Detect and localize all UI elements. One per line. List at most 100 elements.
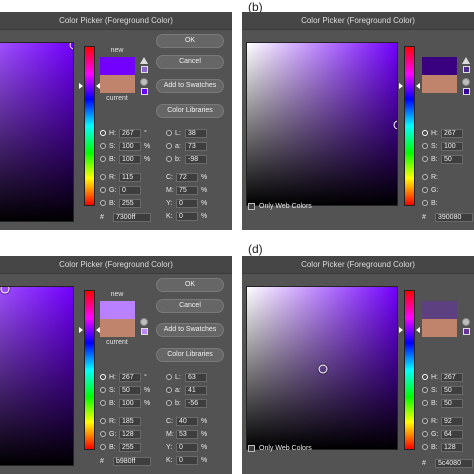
m-input[interactable]: 75 <box>176 185 198 195</box>
add-to-swatches-button[interactable]: Add to Swatches <box>156 79 224 93</box>
hue-slider[interactable] <box>404 46 415 206</box>
h-radio[interactable] <box>100 130 106 136</box>
g-radio[interactable] <box>100 187 106 193</box>
color-field[interactable] <box>0 42 74 222</box>
only-web-colors-checkbox[interactable]: Only Web Colors <box>248 445 312 452</box>
r-radio[interactable] <box>100 174 106 180</box>
cancel-button[interactable]: Cancel <box>156 55 224 69</box>
b-radio[interactable] <box>422 156 428 162</box>
current-color-swatch[interactable] <box>100 75 135 93</box>
k-input[interactable]: 0 <box>176 455 198 465</box>
b-input[interactable]: 100 <box>119 154 141 164</box>
y-input[interactable]: 0 <box>176 198 198 208</box>
s-input[interactable]: 100 <box>441 141 463 151</box>
g-input[interactable]: 0 <box>119 185 141 195</box>
current-color-swatch[interactable] <box>100 319 135 337</box>
gamut-swatch[interactable] <box>463 66 470 73</box>
g-input[interactable]: 64 <box>441 429 463 439</box>
hex-input[interactable]: 5c4080 <box>435 458 473 468</box>
b-radio[interactable] <box>100 156 106 162</box>
add-to-swatches-button[interactable]: Add to Swatches <box>156 323 224 337</box>
web-safe-cube-icon[interactable] <box>462 78 470 86</box>
b-input[interactable]: 50 <box>441 398 463 408</box>
blue-radio[interactable] <box>422 444 428 450</box>
lab-b-input[interactable]: -56 <box>185 398 207 408</box>
color-field[interactable] <box>246 286 398 450</box>
out-of-gamut-warning-icon[interactable] <box>462 57 470 64</box>
blue-radio[interactable] <box>100 200 106 206</box>
lab-b-radio[interactable] <box>166 156 172 162</box>
a-radio[interactable] <box>166 387 172 393</box>
cancel-button[interactable]: Cancel <box>156 299 224 313</box>
s-radio[interactable] <box>422 387 428 393</box>
l-input[interactable]: 63 <box>185 372 207 382</box>
r-input[interactable]: 92 <box>441 416 463 426</box>
r-radio[interactable] <box>422 174 428 180</box>
web-safe-cube-icon[interactable] <box>140 318 148 326</box>
b-input[interactable]: 50 <box>441 154 463 164</box>
s-input[interactable]: 50 <box>441 385 463 395</box>
color-libraries-button[interactable]: Color Libraries <box>156 348 224 362</box>
b-radio[interactable] <box>422 400 428 406</box>
s-radio[interactable] <box>100 143 106 149</box>
h-radio[interactable] <box>422 130 428 136</box>
r-radio[interactable] <box>422 418 428 424</box>
hue-slider[interactable] <box>84 290 95 450</box>
hue-slider-left-arrow[interactable] <box>79 327 83 333</box>
out-of-gamut-warning-icon[interactable] <box>140 57 148 64</box>
g-input[interactable]: 128 <box>119 429 141 439</box>
s-input[interactable]: 100 <box>119 141 141 151</box>
hue-slider-left-arrow[interactable] <box>79 83 83 89</box>
current-color-swatch[interactable] <box>422 75 457 93</box>
y-input[interactable]: 0 <box>176 442 198 452</box>
color-field-cursor[interactable] <box>69 43 73 50</box>
web-safe-swatch[interactable] <box>463 328 470 335</box>
r-radio[interactable] <box>100 418 106 424</box>
s-radio[interactable] <box>100 387 106 393</box>
b-input[interactable]: 100 <box>119 398 141 408</box>
current-color-swatch[interactable] <box>422 319 457 337</box>
b-radio[interactable] <box>100 400 106 406</box>
l-input[interactable]: 38 <box>185 128 207 138</box>
s-radio[interactable] <box>422 143 428 149</box>
k-input[interactable]: 0 <box>176 211 198 221</box>
hue-slider-right-arrow[interactable] <box>416 327 420 333</box>
blue-input[interactable]: 255 <box>119 442 141 452</box>
web-safe-cube-icon[interactable] <box>140 78 148 86</box>
hex-input[interactable]: 390080 <box>435 212 473 222</box>
hue-slider-left-arrow[interactable] <box>399 83 403 89</box>
h-input[interactable]: 267 <box>441 372 463 382</box>
web-safe-cube-icon[interactable] <box>462 318 470 326</box>
color-field-cursor[interactable] <box>318 364 328 374</box>
a-radio[interactable] <box>166 143 172 149</box>
ok-button[interactable]: OK <box>156 34 224 48</box>
l-radio[interactable] <box>166 374 172 380</box>
l-radio[interactable] <box>166 130 172 136</box>
gamut-swatch[interactable] <box>141 66 148 73</box>
g-radio[interactable] <box>422 431 428 437</box>
color-libraries-button[interactable]: Color Libraries <box>156 104 224 118</box>
g-radio[interactable] <box>422 187 428 193</box>
h-radio[interactable] <box>422 374 428 380</box>
blue-input[interactable]: 255 <box>119 198 141 208</box>
h-input[interactable]: 267 <box>119 128 141 138</box>
c-input[interactable]: 40 <box>176 416 198 426</box>
c-input[interactable]: 72 <box>176 172 198 182</box>
hue-slider[interactable] <box>84 46 95 206</box>
a-input[interactable]: 73 <box>185 141 207 151</box>
lab-b-input[interactable]: -98 <box>185 154 207 164</box>
r-input[interactable]: 115 <box>119 172 141 182</box>
blue-radio[interactable] <box>422 200 428 206</box>
web-safe-swatch[interactable] <box>463 88 470 95</box>
color-field-cursor[interactable] <box>393 120 397 130</box>
hue-slider[interactable] <box>404 290 415 450</box>
color-field[interactable] <box>0 286 74 466</box>
a-input[interactable]: 41 <box>185 385 207 395</box>
r-input[interactable]: 185 <box>119 416 141 426</box>
web-colors-check[interactable] <box>248 445 255 452</box>
g-radio[interactable] <box>100 431 106 437</box>
ok-button[interactable]: OK <box>156 278 224 292</box>
lab-b-radio[interactable] <box>166 400 172 406</box>
m-input[interactable]: 53 <box>176 429 198 439</box>
hex-input[interactable]: b980ff <box>113 456 151 466</box>
